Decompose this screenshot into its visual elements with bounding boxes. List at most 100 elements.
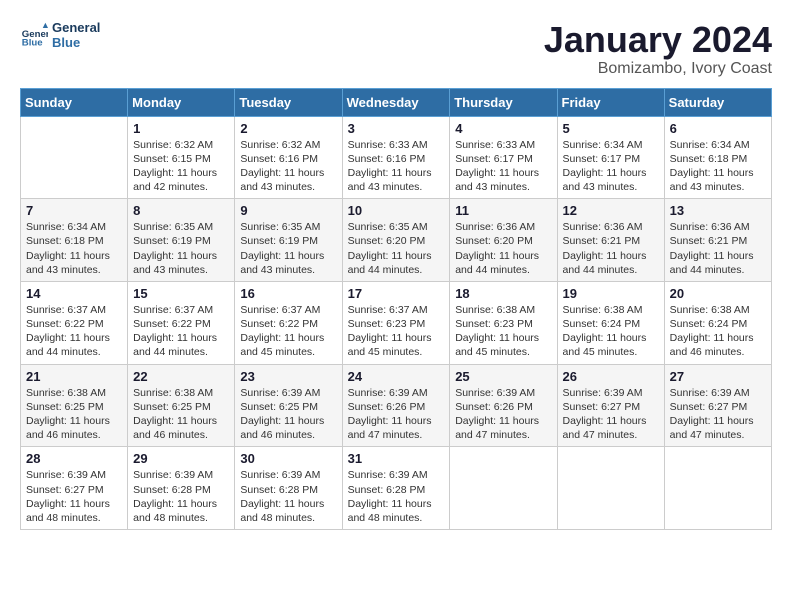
day-number: 9 xyxy=(240,203,336,218)
day-info: Sunrise: 6:37 AM Sunset: 6:22 PM Dayligh… xyxy=(133,303,229,360)
day-number: 26 xyxy=(563,369,659,384)
day-info: Sunrise: 6:34 AM Sunset: 6:18 PM Dayligh… xyxy=(670,138,766,195)
day-info: Sunrise: 6:39 AM Sunset: 6:28 PM Dayligh… xyxy=(133,468,229,525)
calendar-cell: 14Sunrise: 6:37 AM Sunset: 6:22 PM Dayli… xyxy=(21,281,128,364)
calendar-cell: 21Sunrise: 6:38 AM Sunset: 6:25 PM Dayli… xyxy=(21,364,128,447)
calendar-cell xyxy=(557,447,664,530)
calendar-cell xyxy=(664,447,771,530)
day-number: 16 xyxy=(240,286,336,301)
day-info: Sunrise: 6:37 AM Sunset: 6:23 PM Dayligh… xyxy=(348,303,445,360)
weekday-sunday: Sunday xyxy=(21,88,128,116)
day-number: 27 xyxy=(670,369,766,384)
day-info: Sunrise: 6:39 AM Sunset: 6:28 PM Dayligh… xyxy=(240,468,336,525)
weekday-header-row: SundayMondayTuesdayWednesdayThursdayFrid… xyxy=(21,88,772,116)
day-number: 24 xyxy=(348,369,445,384)
weekday-monday: Monday xyxy=(128,88,235,116)
day-info: Sunrise: 6:33 AM Sunset: 6:16 PM Dayligh… xyxy=(348,138,445,195)
day-info: Sunrise: 6:39 AM Sunset: 6:26 PM Dayligh… xyxy=(455,386,551,443)
day-info: Sunrise: 6:33 AM Sunset: 6:17 PM Dayligh… xyxy=(455,138,551,195)
day-number: 6 xyxy=(670,121,766,136)
day-number: 31 xyxy=(348,451,445,466)
day-info: Sunrise: 6:38 AM Sunset: 6:23 PM Dayligh… xyxy=(455,303,551,360)
calendar-cell: 29 Sunrise: 6:39 AM Sunset: 6:28 PM Dayli… xyxy=(128,447,235,530)
day-info: Sunrise: 6:32 AM Sunset: 6:16 PM Dayligh… xyxy=(240,138,336,195)
day-number: 29 xyxy=(133,451,229,466)
logo: General Blue General Blue xyxy=(20,20,100,50)
day-number: 2 xyxy=(240,121,336,136)
day-number: 17 xyxy=(348,286,445,301)
calendar-cell: 7 Sunrise: 6:34 AM Sunset: 6:18 PM Daylig… xyxy=(21,199,128,282)
weekday-wednesday: Wednesday xyxy=(342,88,450,116)
day-number: 30 xyxy=(240,451,336,466)
day-number: 25 xyxy=(455,369,551,384)
calendar-cell: 18Sunrise: 6:38 AM Sunset: 6:23 PM Dayli… xyxy=(450,281,557,364)
day-info: Sunrise: 6:39 AM Sunset: 6:27 PM Dayligh… xyxy=(670,386,766,443)
day-info: Sunrise: 6:36 AM Sunset: 6:21 PM Dayligh… xyxy=(670,220,766,277)
day-number: 23 xyxy=(240,369,336,384)
day-number: 19 xyxy=(563,286,659,301)
title-section: January 2024 Bomizambo, Ivory Coast xyxy=(544,20,772,78)
calendar-cell: 12 Sunrise: 6:36 AM Sunset: 6:21 PM Dayli… xyxy=(557,199,664,282)
calendar-cell: 25 Sunrise: 6:39 AM Sunset: 6:26 PM Dayli… xyxy=(450,364,557,447)
day-info: Sunrise: 6:34 AM Sunset: 6:18 PM Dayligh… xyxy=(26,220,122,277)
day-info: Sunrise: 6:35 AM Sunset: 6:20 PM Dayligh… xyxy=(348,220,445,277)
calendar-week-4: 21Sunrise: 6:38 AM Sunset: 6:25 PM Dayli… xyxy=(21,364,772,447)
calendar-cell: 4 Sunrise: 6:33 AM Sunset: 6:17 PM Daylig… xyxy=(450,116,557,199)
day-info: Sunrise: 6:36 AM Sunset: 6:21 PM Dayligh… xyxy=(563,220,659,277)
day-info: Sunrise: 6:39 AM Sunset: 6:26 PM Dayligh… xyxy=(348,386,445,443)
day-number: 1 xyxy=(133,121,229,136)
calendar-body: 1 Sunrise: 6:32 AM Sunset: 6:15 PM Daylig… xyxy=(21,116,772,529)
day-number: 3 xyxy=(348,121,445,136)
day-info: Sunrise: 6:38 AM Sunset: 6:25 PM Dayligh… xyxy=(133,386,229,443)
calendar-cell: 24 Sunrise: 6:39 AM Sunset: 6:26 PM Dayli… xyxy=(342,364,450,447)
svg-text:Blue: Blue xyxy=(22,38,43,49)
calendar-cell xyxy=(21,116,128,199)
day-number: 12 xyxy=(563,203,659,218)
day-info: Sunrise: 6:38 AM Sunset: 6:24 PM Dayligh… xyxy=(563,303,659,360)
calendar-cell: 11 Sunrise: 6:36 AM Sunset: 6:20 PM Dayli… xyxy=(450,199,557,282)
calendar-week-3: 14 Sunrise: 6:37 AM Sunset: 6:22 PM Dayli… xyxy=(21,281,772,364)
day-number: 15 xyxy=(133,286,229,301)
day-info: Sunrise: 6:39 AM Sunset: 6:27 PM Dayligh… xyxy=(563,386,659,443)
calendar-cell: 23Sunrise: 6:39 AM Sunset: 6:25 PM Dayli… xyxy=(235,364,342,447)
page-header: General Blue General Blue January 2024 B… xyxy=(20,20,772,78)
day-info: Sunrise: 6:32 AM Sunset: 6:15 PM Dayligh… xyxy=(133,138,229,195)
logo-blue: Blue xyxy=(52,35,100,50)
calendar-cell: 6 Sunrise: 6:34 AM Sunset: 6:18 PM Daylig… xyxy=(664,116,771,199)
day-number: 20 xyxy=(670,286,766,301)
calendar-cell: 2 Sunrise: 6:32 AM Sunset: 6:16 PM Daylig… xyxy=(235,116,342,199)
calendar-cell: 1 Sunrise: 6:32 AM Sunset: 6:15 PM Daylig… xyxy=(128,116,235,199)
calendar-week-5: 28 Sunrise: 6:39 AM Sunset: 6:27 PM Dayli… xyxy=(21,447,772,530)
calendar-cell: 30 Sunrise: 6:39 AM Sunset: 6:28 PM Dayli… xyxy=(235,447,342,530)
calendar-cell: 20 Sunrise: 6:38 AM Sunset: 6:24 PM Dayli… xyxy=(664,281,771,364)
calendar-cell: 22 Sunrise: 6:38 AM Sunset: 6:25 PM Dayli… xyxy=(128,364,235,447)
day-number: 10 xyxy=(348,203,445,218)
calendar-cell: 9Sunrise: 6:35 AM Sunset: 6:19 PM Daylig… xyxy=(235,199,342,282)
day-number: 28 xyxy=(26,451,122,466)
day-info: Sunrise: 6:35 AM Sunset: 6:19 PM Dayligh… xyxy=(133,220,229,277)
day-number: 14 xyxy=(26,286,122,301)
weekday-thursday: Thursday xyxy=(450,88,557,116)
day-info: Sunrise: 6:36 AM Sunset: 6:20 PM Dayligh… xyxy=(455,220,551,277)
weekday-tuesday: Tuesday xyxy=(235,88,342,116)
calendar-table: SundayMondayTuesdayWednesdayThursdayFrid… xyxy=(20,88,772,530)
logo-general: General xyxy=(52,20,100,35)
day-number: 7 xyxy=(26,203,122,218)
day-info: Sunrise: 6:38 AM Sunset: 6:25 PM Dayligh… xyxy=(26,386,122,443)
calendar-cell: 17 Sunrise: 6:37 AM Sunset: 6:23 PM Dayli… xyxy=(342,281,450,364)
location-subtitle: Bomizambo, Ivory Coast xyxy=(544,60,772,78)
day-info: Sunrise: 6:39 AM Sunset: 6:27 PM Dayligh… xyxy=(26,468,122,525)
day-info: Sunrise: 6:37 AM Sunset: 6:22 PM Dayligh… xyxy=(240,303,336,360)
calendar-cell: 26 Sunrise: 6:39 AM Sunset: 6:27 PM Dayli… xyxy=(557,364,664,447)
calendar-cell: 28 Sunrise: 6:39 AM Sunset: 6:27 PM Dayli… xyxy=(21,447,128,530)
day-info: Sunrise: 6:39 AM Sunset: 6:28 PM Dayligh… xyxy=(348,468,445,525)
day-info: Sunrise: 6:38 AM Sunset: 6:24 PM Dayligh… xyxy=(670,303,766,360)
day-info: Sunrise: 6:34 AM Sunset: 6:17 PM Dayligh… xyxy=(563,138,659,195)
day-number: 22 xyxy=(133,369,229,384)
day-number: 8 xyxy=(133,203,229,218)
calendar-cell: 19 Sunrise: 6:38 AM Sunset: 6:24 PM Dayli… xyxy=(557,281,664,364)
calendar-cell: 31 Sunrise: 6:39 AM Sunset: 6:28 PM Dayli… xyxy=(342,447,450,530)
day-number: 11 xyxy=(455,203,551,218)
day-number: 4 xyxy=(455,121,551,136)
calendar-cell: 8 Sunrise: 6:35 AM Sunset: 6:19 PM Daylig… xyxy=(128,199,235,282)
